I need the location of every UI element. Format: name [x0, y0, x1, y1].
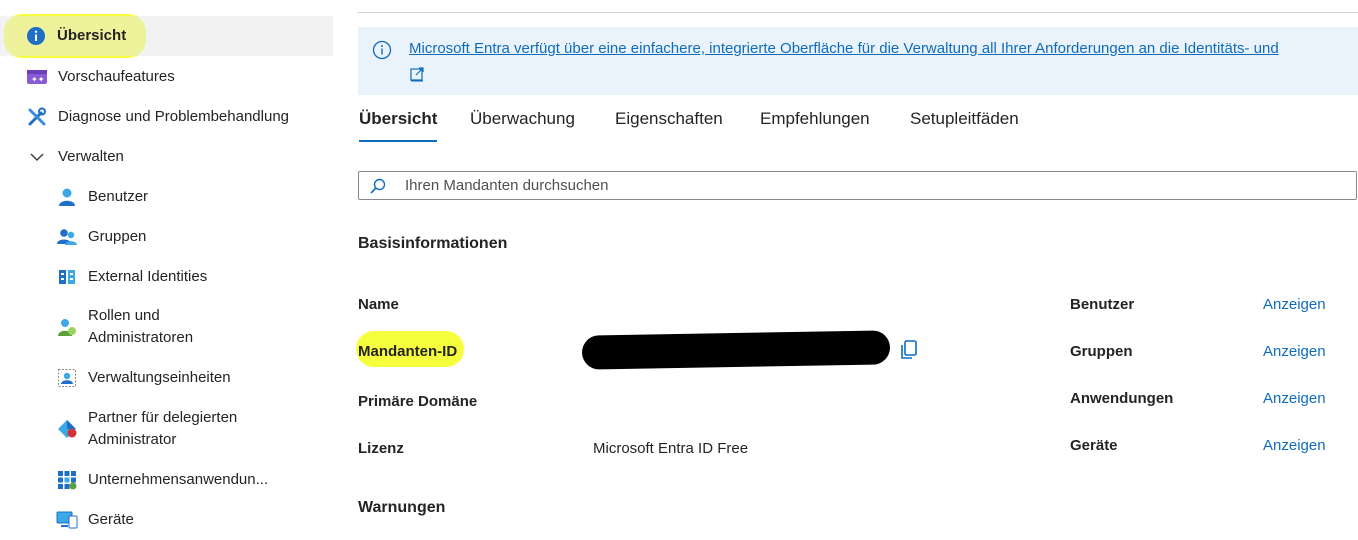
tab-properties[interactable]: Eigenschaften [615, 105, 723, 141]
view-users-link[interactable]: Anzeigen [1263, 296, 1326, 313]
stat-label-applications: Anwendungen [1070, 390, 1174, 407]
sidebar-item-label-line2: Administrator [88, 431, 177, 448]
sidebar-item-groups[interactable]: Gruppen [0, 226, 333, 248]
main-content: Microsoft Entra verfügt über eine einfac… [356, 0, 1358, 540]
sidebar-item-label: Gruppen [88, 228, 147, 245]
sidebar-item-devices[interactable]: Geräte [0, 509, 333, 531]
sidebar-item-label: Verwalten [58, 148, 124, 165]
sidebar-item-label: External Identities [88, 268, 208, 285]
label-license: Lizenz [358, 440, 404, 457]
tab-setup-guides[interactable]: Setupleitfäden [910, 105, 1019, 141]
info-outline-icon [372, 40, 392, 65]
svg-text:✦✦: ✦✦ [31, 75, 45, 84]
section-title-basic-info: Basisinformationen [358, 235, 508, 252]
label-name: Name [358, 296, 399, 313]
sidebar-item-label-line2: Administratoren [88, 329, 194, 346]
sidebar-item-roles[interactable]: Rollen und Administratoren [0, 305, 333, 349]
sidebar-item-label: Diagnose und Problembehandlung [58, 108, 290, 125]
copy-icon[interactable] [899, 339, 919, 366]
view-applications-link[interactable]: Anzeigen [1263, 390, 1326, 407]
search-input[interactable] [403, 176, 1307, 195]
tab-recommendations[interactable]: Empfehlungen [760, 105, 870, 141]
tools-icon [26, 106, 48, 128]
stat-label-groups: Gruppen [1070, 343, 1133, 360]
label-primary-domain: Primäre Domäne [358, 393, 478, 410]
preview-features-icon: ✦✦ [26, 66, 48, 88]
sidebar-item-enterprise-apps[interactable]: Unternehmensanwendun... [0, 469, 333, 491]
search-box [358, 171, 1357, 200]
chevron-down-icon [26, 146, 48, 168]
value-license: Microsoft Entra ID Free [593, 440, 749, 457]
info-icon [25, 25, 47, 47]
devices-icon [56, 509, 78, 531]
sidebar-item-external-identities[interactable]: External Identities [0, 266, 333, 288]
banner-link[interactable]: Microsoft Entra verfügt über eine einfac… [409, 40, 1279, 57]
sidebar-item-preview-features[interactable]: ✦✦ Vorschaufeatures [0, 66, 333, 88]
sidebar-item-label: Vorschaufeatures [58, 68, 175, 85]
stat-label-users: Benutzer [1070, 296, 1135, 313]
label-tenant-id: Mandanten-ID [358, 343, 458, 360]
user-icon [56, 186, 78, 208]
section-title-warnings: Warnungen [358, 499, 446, 516]
enterprise-apps-icon [56, 469, 78, 491]
divider [358, 12, 1358, 13]
sidebar: Übersicht ✦✦ Vorschaufeatures Diagnose u… [0, 0, 340, 540]
group-icon [56, 226, 78, 248]
sidebar-item-label: Übersicht [57, 27, 127, 44]
external-link-icon[interactable] [409, 66, 425, 87]
sidebar-item-label: Benutzer [88, 188, 149, 205]
sidebar-item-overview[interactable]: Übersicht [0, 16, 333, 56]
sidebar-item-label: Geräte [88, 511, 134, 528]
info-banner: Microsoft Entra verfügt über eine einfac… [358, 27, 1358, 95]
tab-monitoring[interactable]: Überwachung [470, 105, 575, 141]
sidebar-item-label: Verwaltungseinheiten [88, 369, 231, 386]
stat-label-devices: Geräte [1070, 437, 1118, 454]
redaction-mark [581, 330, 891, 370]
sidebar-item-admin-units[interactable]: Verwaltungseinheiten [0, 367, 333, 389]
sidebar-item-partner[interactable]: Partner für delegierten Administrator [0, 407, 333, 451]
search-icon [369, 177, 387, 200]
sidebar-item-users[interactable]: Benutzer [0, 186, 333, 208]
roles-icon [56, 316, 78, 338]
sidebar-item-label: Partner für delegierten [88, 409, 238, 426]
sidebar-item-label: Rollen und [88, 307, 160, 324]
admin-units-icon [56, 367, 78, 389]
view-groups-link[interactable]: Anzeigen [1263, 343, 1326, 360]
external-identities-icon [56, 266, 78, 288]
sidebar-group-manage[interactable]: Verwalten [0, 146, 333, 168]
view-devices-link[interactable]: Anzeigen [1263, 437, 1326, 454]
partner-icon [56, 418, 78, 440]
tab-overview[interactable]: Übersicht [359, 105, 438, 142]
sidebar-item-diagnose[interactable]: Diagnose und Problembehandlung [0, 106, 333, 128]
sidebar-item-label: Unternehmensanwendun... [88, 471, 269, 488]
